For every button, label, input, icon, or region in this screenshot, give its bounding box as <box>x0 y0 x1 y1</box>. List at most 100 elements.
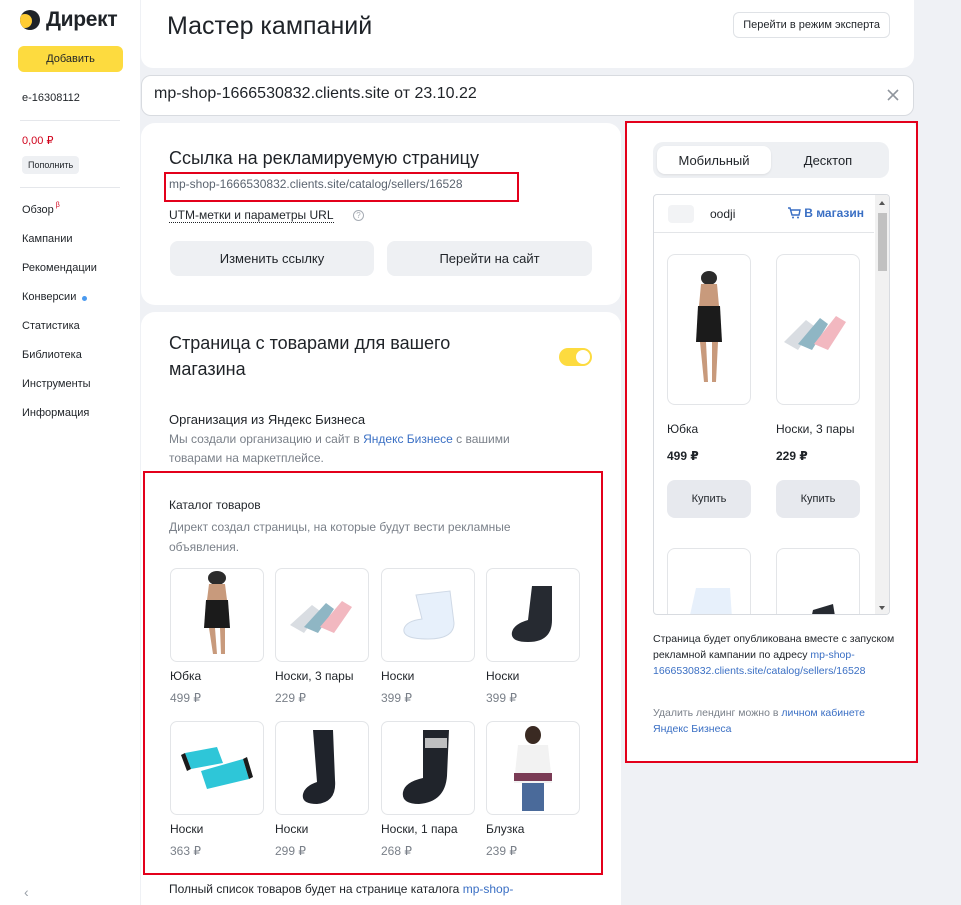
patterned-sock-image <box>381 721 475 815</box>
catalog-title: Каталог товаров <box>169 498 261 512</box>
catalog-link[interactable]: mp-shop- <box>463 882 514 896</box>
blouse-image <box>486 721 580 815</box>
shop-name: oodji <box>710 207 736 221</box>
sidebar-item-label: Библиотека <box>22 349 82 361</box>
shop-page-toggle[interactable] <box>559 348 592 366</box>
sidebar-item-label: Конверсии <box>22 291 77 303</box>
catalog-item-price: 363 ₽ <box>170 844 201 858</box>
help-icon[interactable]: ? <box>353 210 364 221</box>
yandex-logo-icon <box>20 10 40 30</box>
catalog-item-name: Носки <box>486 669 520 683</box>
org-title: Организация из Яндекс Бизнеса <box>169 412 366 427</box>
balance: 0,00 ₽ <box>22 135 54 147</box>
change-link-button[interactable]: Изменить ссылку <box>170 241 374 276</box>
logo-text: Директ <box>46 8 118 31</box>
mobile-preview-frame[interactable]: oodji В магазин Юбка 499 ₽ Купить Носки,… <box>653 194 890 615</box>
sidebar-item-recommendations[interactable]: Рекомендации <box>22 262 97 291</box>
publish-note: Страница будет опубликована вместе с зап… <box>653 631 898 679</box>
topup-button[interactable]: Пополнить <box>22 156 80 174</box>
catalog-item[interactable]: Носки 399 ₽ <box>486 568 580 705</box>
preview-product-price: 229 ₽ <box>776 449 808 463</box>
org-desc-text: Мы создали организацию и сайт в <box>169 432 364 446</box>
campaign-name-input[interactable] <box>154 85 854 103</box>
preview-product-name: Носки, 3 пары <box>776 422 855 436</box>
scrollbar[interactable] <box>875 195 889 614</box>
buy-button[interactable]: Купить <box>667 480 751 518</box>
shop-section: Страница с товарами для вашего магазина … <box>141 312 621 905</box>
catalog-item[interactable]: Носки, 1 пара 268 ₽ <box>381 721 475 858</box>
tab-mobile[interactable]: Мобильный <box>657 146 771 174</box>
link-section: Ссылка на рекламируемую страницу mp-shop… <box>141 123 621 305</box>
to-store-link[interactable]: В магазин <box>787 206 864 220</box>
white-sock-image <box>667 548 751 614</box>
delete-note-text: Удалить лендинг можно в <box>653 707 782 719</box>
sidebar-item-overview[interactable]: Обзор β <box>22 202 97 233</box>
catalog-item-name: Юбка <box>170 669 202 683</box>
preview-product-price: 499 ₽ <box>667 449 699 463</box>
sidebar-item-conversions[interactable]: Конверсии <box>22 291 97 320</box>
sidebar-nav: Обзор β Кампании Рекомендации Конверсии С… <box>22 202 97 436</box>
shop-section-title: Страница с товарами для вашего магазина <box>169 333 451 379</box>
socks-3-pairs-image <box>275 568 369 662</box>
delete-note: Удалить лендинг можно в личном кабинете … <box>653 705 898 737</box>
catalog-item-price: 399 ₽ <box>486 691 517 705</box>
sidebar-item-campaigns[interactable]: Кампании <box>22 233 97 262</box>
preview-product[interactable]: Носки, 3 пары 229 ₽ Купить <box>776 254 860 518</box>
skirt-image <box>170 568 264 662</box>
preview-product-name: Юбка <box>667 422 699 436</box>
catalog-item-name: Носки <box>381 669 415 683</box>
catalog-item[interactable]: Носки, 3 пары 229 ₽ <box>275 568 369 705</box>
add-button[interactable]: Добавить <box>18 46 123 72</box>
device-switcher: Мобильный Десктоп <box>653 142 889 178</box>
cart-icon <box>788 207 802 219</box>
dark-sock-image <box>486 568 580 662</box>
catalog-item-price: 229 ₽ <box>275 691 306 705</box>
buy-button[interactable]: Купить <box>776 480 860 518</box>
sidebar-item-label: Инструменты <box>22 378 91 390</box>
catalog-item[interactable]: Носки 363 ₽ <box>170 721 264 858</box>
preview-product[interactable]: Юбка 499 ₽ Купить <box>667 254 751 518</box>
catalog-item-name: Носки, 3 пары <box>275 669 354 683</box>
catalog-description: Директ создал страницы, на которые будут… <box>169 520 511 554</box>
utm-link[interactable]: UTM-метки и параметры URL <box>169 208 334 223</box>
divider <box>20 120 120 121</box>
catalog-item[interactable]: Юбка 499 ₽ <box>170 568 264 705</box>
cyan-socks-image <box>170 721 264 815</box>
campaign-name-field[interactable] <box>141 75 914 116</box>
catalog-item[interactable]: Носки 399 ₽ <box>381 568 475 705</box>
divider <box>20 187 120 188</box>
catalog-item-price: 399 ₽ <box>381 691 412 705</box>
sidebar-item-info[interactable]: Информация <box>22 407 97 436</box>
sidebar-item-label: Рекомендации <box>22 262 97 274</box>
catalog-item[interactable]: Блузка 239 ₽ <box>486 721 580 858</box>
goto-site-button[interactable]: Перейти на сайт <box>387 241 592 276</box>
header: Мастер кампаний Перейти в режим эксперта <box>141 0 914 68</box>
catalog-item-price: 268 ₽ <box>381 844 412 858</box>
sidebar-item-tools[interactable]: Инструменты <box>22 378 97 407</box>
expert-mode-button[interactable]: Перейти в режим эксперта <box>733 12 890 38</box>
logo[interactable]: Директ <box>20 8 118 32</box>
sidebar-item-statistics[interactable]: Статистика <box>22 320 97 349</box>
account-login[interactable]: e-16308112 <box>22 92 80 104</box>
tab-desktop[interactable]: Десктоп <box>771 146 885 174</box>
preview-shop-header: oodji В магазин <box>654 195 874 233</box>
sidebar-item-library[interactable]: Библиотека <box>22 349 97 378</box>
catalog-footer: Полный список товаров будет на странице … <box>169 882 589 896</box>
catalog-item-name: Носки, 1 пара <box>381 822 458 836</box>
beta-badge: β <box>55 202 60 209</box>
sidebar-item-label: Кампании <box>22 233 73 245</box>
catalog-item[interactable]: Носки 299 ₽ <box>275 721 369 858</box>
scroll-down-icon[interactable] <box>879 606 885 610</box>
yandex-business-link[interactable]: Яндекс Бизнесе <box>363 432 453 446</box>
chevron-left-icon[interactable]: ‹ <box>24 884 29 900</box>
to-store-label: В магазин <box>804 206 864 220</box>
catalog-item-price: 499 ₽ <box>170 691 201 705</box>
catalog-footer-text: Полный список товаров будет на странице … <box>169 882 463 896</box>
black-long-sock-image <box>275 721 369 815</box>
catalog-item-price: 239 ₽ <box>486 844 517 858</box>
socks-3-pairs-image <box>776 254 860 405</box>
scroll-thumb[interactable] <box>878 213 887 271</box>
scroll-up-icon[interactable] <box>879 201 885 205</box>
link-section-title: Ссылка на рекламируемую страницу <box>169 148 479 168</box>
close-icon[interactable] <box>883 85 903 105</box>
